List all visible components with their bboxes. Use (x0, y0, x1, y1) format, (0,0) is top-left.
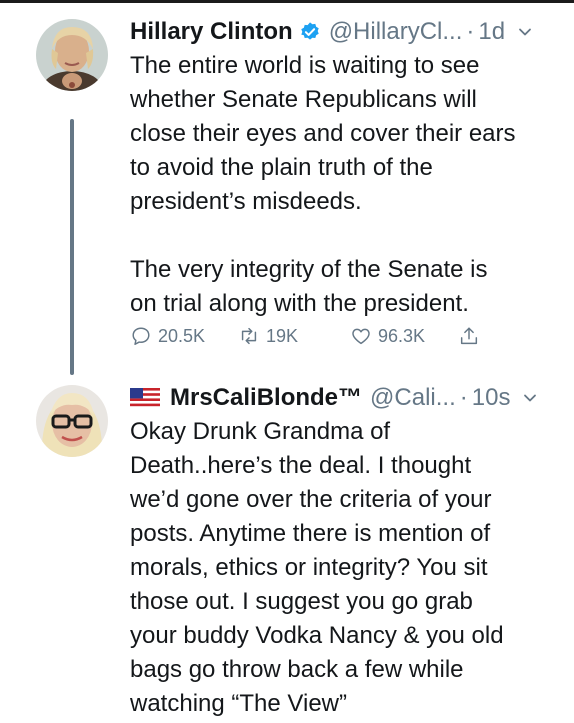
tweet-actions: 20.5K 19K 96.3K (130, 325, 486, 347)
reply-count: 20.5K (158, 325, 206, 346)
avatar-mrscaliblonde[interactable] (36, 385, 108, 457)
separator-dot: · (466, 18, 475, 45)
tweet-timestamp[interactable]: 1d (478, 17, 505, 47)
separator-dot: · (459, 384, 468, 411)
author-name[interactable]: Hillary Clinton (130, 17, 293, 47)
share-icon (460, 327, 478, 345)
reply-button[interactable]: 20.5K (130, 325, 238, 347)
like-icon (352, 328, 370, 345)
chevron-down-icon[interactable] (517, 24, 533, 40)
chevron-down-icon[interactable] (522, 390, 538, 406)
author-handle[interactable]: @Cali... (370, 383, 456, 413)
tweet-timestamp[interactable]: 10s (472, 383, 511, 413)
tweet-header: Hillary Clinton @HillaryCl... · 1d (130, 17, 558, 47)
tweet-header: MrsCaliBlonde™ @Cali... · 10s (130, 383, 558, 413)
avatar-hillary[interactable] (36, 19, 108, 91)
author-name[interactable]: MrsCaliBlonde™ (170, 383, 362, 413)
us-flag-icon (130, 388, 160, 408)
tweet-text: The entire world is waiting to see wheth… (130, 52, 516, 317)
retweet-count: 19K (266, 325, 299, 346)
tweet-thread: Hillary Clinton @HillaryCl... · 1d The e… (0, 0, 574, 723)
like-button[interactable]: 96.3K (350, 325, 458, 347)
share-button[interactable] (458, 325, 486, 347)
like-count: 96.3K (378, 325, 426, 346)
retweet-icon (241, 327, 257, 345)
retweet-button[interactable]: 19K (238, 325, 350, 347)
reply-icon (132, 327, 150, 345)
author-handle[interactable]: @HillaryCl... (329, 17, 463, 47)
tweet-text: Okay Drunk Grandma of Death..here’s the … (130, 418, 504, 717)
verified-badge-icon (300, 22, 319, 40)
thread-connector-line (70, 119, 74, 375)
